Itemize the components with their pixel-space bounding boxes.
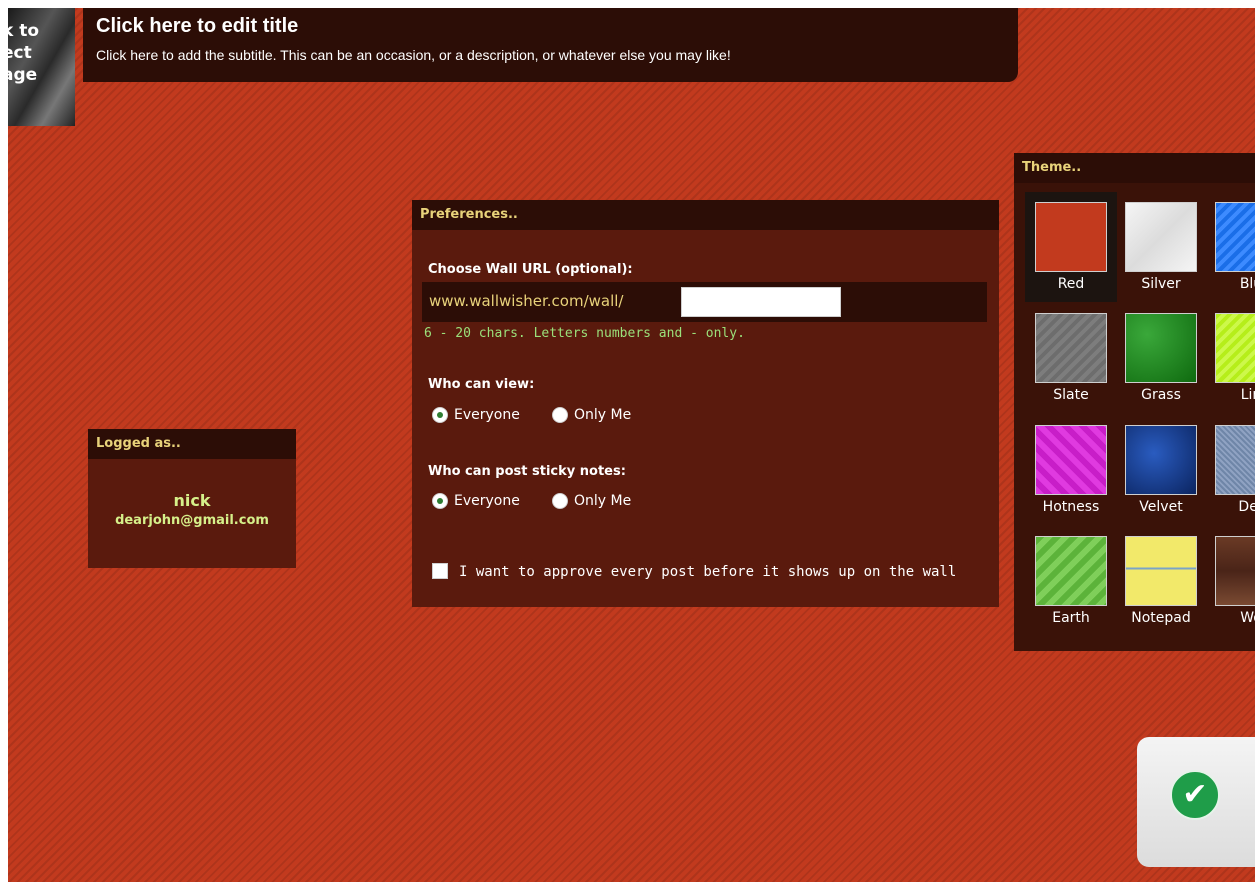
page-subtitle[interactable]: Click here to add the subtitle. This can… [96, 47, 731, 63]
theme-swatch [1215, 202, 1255, 272]
theme-tile-hotness[interactable]: Hotness [1025, 415, 1117, 525]
theme-tile-slate[interactable]: Slate [1025, 303, 1117, 413]
theme-name: Der [1238, 499, 1255, 515]
theme-panel: Theme.. Red Silver Blu Slate Grass Lin H… [1014, 153, 1255, 651]
theme-tile-lime[interactable]: Lin [1205, 303, 1255, 413]
post-only-me-radio[interactable] [552, 493, 568, 509]
back-tile-line: age [8, 65, 38, 85]
user-email: dearjohn@gmail.com [115, 513, 269, 528]
theme-name: Lin [1240, 387, 1255, 403]
theme-name: Slate [1053, 387, 1089, 403]
theme-tile-notepad[interactable]: Notepad [1115, 526, 1207, 636]
theme-tile-wood[interactable]: Wo [1205, 526, 1255, 636]
back-to-select-image-button[interactable]: k to ect age [8, 8, 75, 126]
theme-swatch [1035, 425, 1107, 495]
post-only-me-label[interactable]: Only Me [574, 493, 631, 509]
wall-url-label: Choose Wall URL (optional): [428, 262, 633, 277]
theme-swatch [1035, 313, 1107, 383]
theme-tile-earth[interactable]: Earth [1025, 526, 1117, 636]
wall-canvas: k to ect age Click here to edit title Cl… [8, 8, 1255, 882]
confirm-button[interactable]: ✔ [1137, 737, 1255, 867]
who-can-view-options: Everyone Only Me [432, 406, 732, 426]
theme-name: Velvet [1139, 499, 1183, 515]
theme-name: Notepad [1131, 610, 1191, 626]
theme-swatch [1215, 425, 1255, 495]
theme-swatch [1125, 425, 1197, 495]
post-everyone-radio[interactable] [432, 493, 448, 509]
theme-swatch [1035, 536, 1107, 606]
view-everyone-label[interactable]: Everyone [454, 407, 520, 423]
view-only-me-radio[interactable] [552, 407, 568, 423]
theme-name: Grass [1141, 387, 1181, 403]
view-only-me-label[interactable]: Only Me [574, 407, 631, 423]
back-tile-text: k to ect age [8, 20, 39, 86]
theme-tile-grass[interactable]: Grass [1115, 303, 1207, 413]
post-everyone-label[interactable]: Everyone [454, 493, 520, 509]
checkmark-icon: ✔ [1170, 770, 1220, 820]
theme-tile-denim[interactable]: Der [1205, 415, 1255, 525]
wall-url-row: www.wallwisher.com/wall/ [422, 282, 987, 322]
approve-posts-checkbox[interactable] [432, 563, 448, 579]
theme-tile-silver[interactable]: Silver [1115, 192, 1207, 302]
theme-swatch [1125, 202, 1197, 272]
theme-swatch [1215, 313, 1255, 383]
who-can-post-label: Who can post sticky notes: [428, 464, 626, 479]
who-can-post-options: Everyone Only Me [432, 492, 732, 512]
preferences-panel-header: Preferences.. [412, 200, 999, 230]
theme-swatch [1125, 536, 1197, 606]
view-everyone-radio[interactable] [432, 407, 448, 423]
theme-name: Earth [1052, 610, 1090, 626]
theme-swatch [1125, 313, 1197, 383]
theme-panel-header: Theme.. [1014, 153, 1255, 183]
back-tile-line: k to [8, 21, 40, 41]
title-bar: Click here to edit title Click here to a… [83, 8, 1018, 82]
theme-tile-blue[interactable]: Blu [1205, 192, 1255, 302]
page-title[interactable]: Click here to edit title [96, 15, 298, 38]
wall-url-hint: 6 - 20 chars. Letters numbers and - only… [424, 326, 745, 341]
who-can-view-label: Who can view: [428, 377, 535, 392]
theme-swatch [1215, 536, 1255, 606]
logged-panel: Logged as.. nick dearjohn@gmail.com [88, 429, 296, 568]
back-tile-line: ect [8, 43, 32, 63]
theme-tile-velvet[interactable]: Velvet [1115, 415, 1207, 525]
wall-url-prefix: www.wallwisher.com/wall/ [429, 292, 624, 310]
preferences-panel: Preferences.. Choose Wall URL (optional)… [412, 200, 999, 607]
wall-url-input[interactable] [681, 287, 841, 317]
user-name: nick [173, 491, 211, 510]
theme-name: Red [1057, 276, 1085, 292]
theme-name: Blu [1239, 276, 1255, 292]
approve-posts-label[interactable]: I want to approve every post before it s… [459, 564, 956, 580]
theme-name: Wo [1240, 610, 1255, 626]
theme-name: Hotness [1042, 499, 1100, 515]
theme-tile-red[interactable]: Red [1025, 192, 1117, 302]
theme-swatch [1035, 202, 1107, 272]
logged-panel-header: Logged as.. [88, 429, 296, 459]
theme-name: Silver [1141, 276, 1181, 292]
